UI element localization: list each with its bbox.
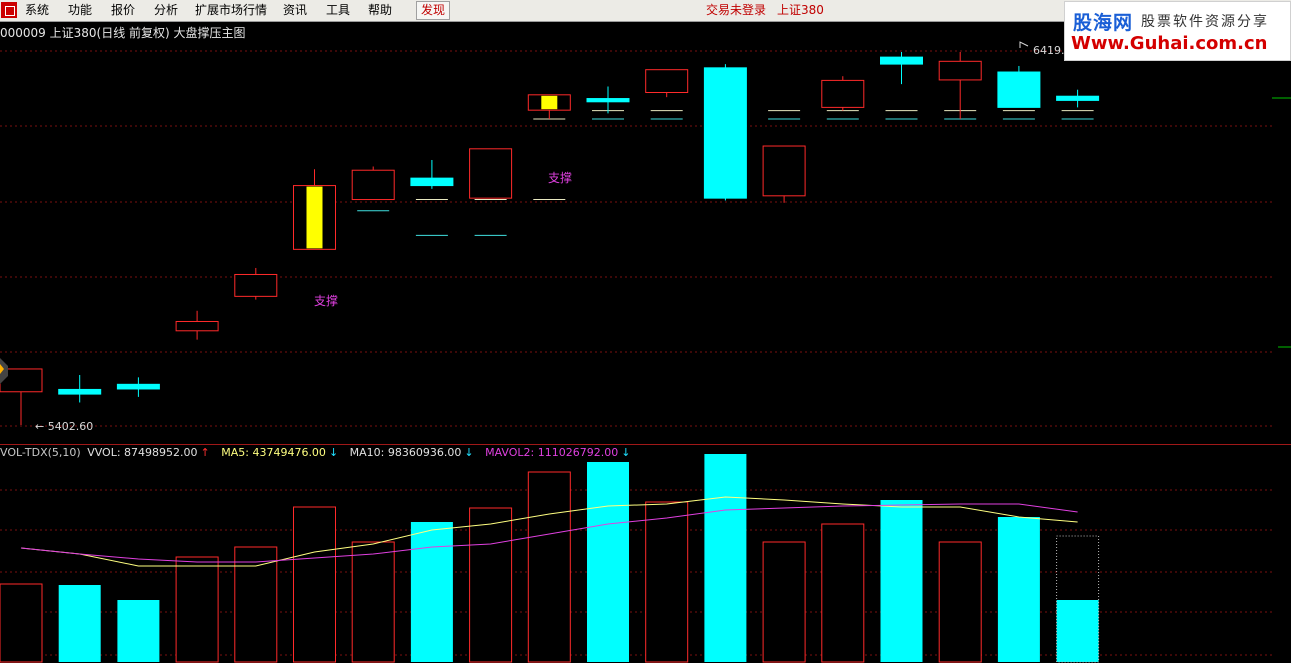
volume-bar [938, 541, 982, 663]
volume-indicator-header: VOL-TDX(5,10) VVOL: 87498952.00 ↑ MA5: 43… [0, 446, 633, 459]
candle-body [645, 69, 689, 93]
trade-login-status[interactable]: 交易未登录 [706, 3, 766, 18]
candle-body [410, 177, 454, 187]
arrow-down-icon: ↓ [328, 446, 339, 459]
candle-body [938, 60, 982, 81]
menu-item-analysis[interactable]: 分析 [154, 3, 178, 18]
volume-bar [469, 507, 513, 663]
menu-item-function[interactable]: 功能 [68, 3, 92, 18]
candle-body [469, 148, 513, 199]
menu-item-news[interactable]: 资讯 [283, 3, 307, 18]
candle-body [234, 273, 278, 297]
volume-bar [880, 500, 923, 662]
indicator-vvol: VVOL: 87498952.00 [87, 446, 198, 459]
menu-item-discover[interactable]: 发现 [416, 1, 450, 20]
candle-body [821, 79, 865, 108]
indicator-ma5: MA5: 43749476.00 [221, 446, 326, 459]
volume-bar [1056, 600, 1099, 662]
candle-body [703, 67, 747, 199]
candle-body [880, 56, 923, 65]
volume-bar [0, 583, 43, 663]
arrow-down-icon: ↓ [621, 446, 631, 459]
candle-body [175, 320, 219, 332]
indicator-name[interactable]: VOL-TDX(5,10) [0, 446, 81, 459]
watermark-slogan: 股票软件资源分享 [1141, 14, 1269, 30]
current-index-status: 上证380 [777, 3, 824, 17]
watermark-logo: 股海网 股票软件资源分享 Www.Guhai.com.cn [1064, 1, 1291, 61]
volume-bar [587, 462, 629, 662]
volume-bar [117, 600, 160, 662]
candlestick-series [0, 52, 1100, 425]
indicator-ma10: MA10: 98360936.00 [349, 446, 462, 459]
chart-title: 000009 上证380(日线 前复权) 大盘撑压主图 [0, 26, 246, 40]
watermark-url: Www.Guhai.com.cn [1071, 33, 1268, 54]
volume-bar [351, 541, 395, 663]
candle-support-fill [306, 186, 323, 249]
support-annotation: 支撑 [314, 293, 338, 308]
watermark-brand: 股海网 [1073, 12, 1134, 34]
volume-bar [527, 471, 571, 663]
volume-bar [821, 523, 865, 663]
candle-body [762, 145, 806, 197]
volume-bar [293, 506, 336, 663]
candle-body [1056, 95, 1100, 101]
volume-bar [704, 454, 747, 662]
volume-bar [645, 501, 689, 663]
volume-bar [997, 517, 1040, 662]
candle-body [997, 71, 1041, 108]
volume-bars [0, 454, 1100, 663]
arrow-down-icon: ↓ [464, 446, 474, 459]
candle-support-fill [541, 95, 558, 110]
low-price-label: ← 5402.60 [35, 420, 93, 433]
volume-bar [762, 541, 806, 663]
menu-item-help[interactable]: 帮助 [368, 3, 392, 18]
support-annotation: 支撑 [548, 170, 572, 185]
candle-body [351, 169, 395, 201]
chart-canvas[interactable]: ← 5402.606419.4支撑支撑 [0, 0, 1291, 663]
menu-item-extended-market[interactable]: 扩展市场行情 [195, 3, 267, 18]
menu-item-quote[interactable]: 报价 [111, 3, 135, 18]
menu-item-system[interactable]: 系统 [25, 3, 49, 18]
volume-bar [410, 522, 453, 662]
candle-body [116, 383, 160, 390]
volume-bar [234, 546, 278, 663]
candle-body [586, 98, 630, 103]
volume-bar [175, 556, 219, 663]
menu-item-tools[interactable]: 工具 [326, 3, 350, 18]
indicator-mavol2: MAVOL2: 111026792.00 [485, 446, 619, 459]
app-logo-icon[interactable] [1, 2, 17, 18]
arrow-up-icon: ↑ [200, 446, 210, 459]
high-price-pointer [1019, 41, 1029, 48]
candle-body [58, 388, 102, 395]
volume-bar [58, 585, 101, 662]
